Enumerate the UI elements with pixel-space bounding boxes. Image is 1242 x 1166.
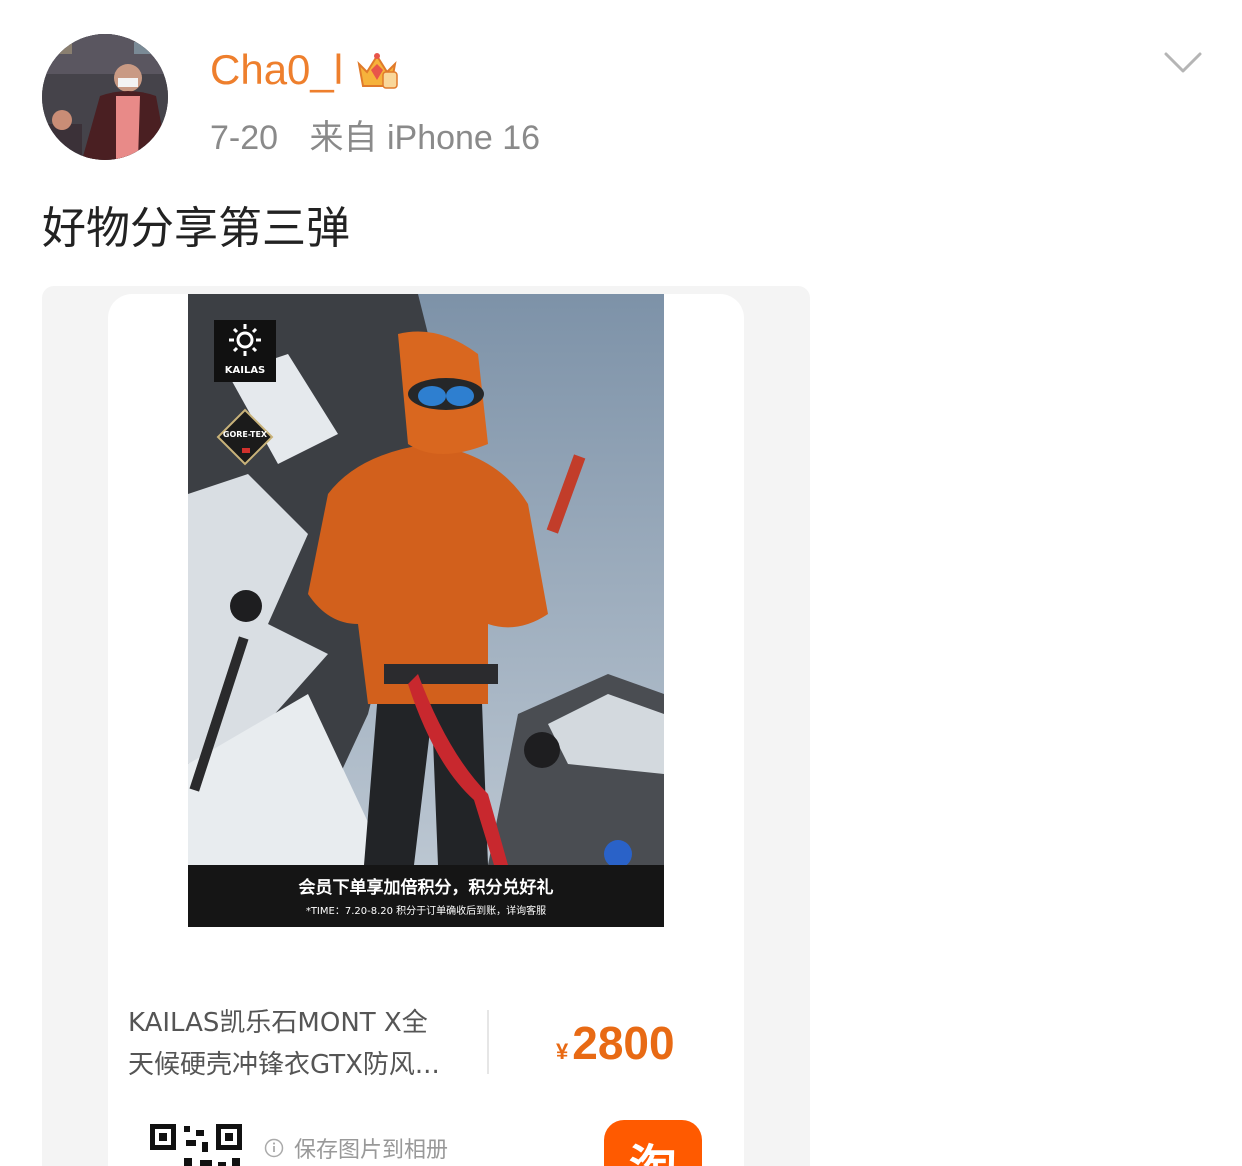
price-value: 2800 [572, 1017, 675, 1069]
crown-badge-icon[interactable] [353, 46, 401, 94]
avatar-photo [42, 34, 168, 160]
username[interactable]: Cha0_l [210, 46, 343, 94]
product-title: KAILAS凯乐石MONT X全 天候硬壳冲锋衣GTX防风... [128, 1002, 473, 1086]
banner-sub-text: *TIME：7.20-8.20 积分于订单确收后到账，详询客服 [305, 906, 547, 917]
username-row: Cha0_l [210, 40, 401, 100]
kailas-logo: KAILAS [214, 320, 276, 382]
weibo-post: Cha0_l 7-20 来自 iPhone 16 好物分享第三弹 KAILAS … [0, 0, 1242, 1166]
climber-illustration [188, 294, 664, 927]
product-price: ¥ 2800 [556, 1016, 675, 1070]
post-text: 好物分享第三弹 [42, 203, 350, 254]
sun-logo-icon [229, 324, 261, 356]
svg-text:淘: 淘 [629, 1140, 677, 1166]
info-icon [264, 1138, 284, 1158]
product-title-line-2: 天候硬壳冲锋衣GTX防风... [128, 1050, 440, 1080]
taobao-app-icon[interactable]: 淘 [604, 1120, 702, 1166]
taobao-logo-icon: 淘 [629, 1140, 677, 1166]
avatar[interactable] [42, 34, 168, 160]
post-source: 来自 iPhone 16 [309, 119, 541, 157]
goretex-label: GORE-TEX [222, 430, 268, 439]
title-price-divider [487, 1010, 489, 1074]
product-card: KAILAS GORE-TEX 会员下单享加倍积分，积分兑好礼 *TIME：7.… [108, 294, 744, 1166]
promo-banner: 会员下单享加倍积分，积分兑好礼 *TIME：7.20-8.20 积分于订单确收后… [188, 865, 664, 927]
brand-name: KAILAS [224, 365, 266, 376]
chevron-down-icon[interactable] [1162, 48, 1204, 78]
save-image-hint[interactable]: 保存图片到相册 [264, 1132, 448, 1164]
product-title-line-1: KAILAS凯乐石MONT X全 [128, 1008, 428, 1038]
save-image-label: 保存图片到相册 [294, 1138, 449, 1163]
post-date: 7-20 [210, 119, 279, 157]
banner-main-text: 会员下单享加倍积分，积分兑好礼 [298, 878, 554, 898]
post-meta: 7-20 来自 iPhone 16 [210, 110, 540, 159]
price-currency: ¥ [556, 1039, 569, 1064]
product-photo: KAILAS GORE-TEX 会员下单享加倍积分，积分兑好礼 *TIME：7.… [188, 294, 664, 927]
qr-code [148, 1122, 244, 1166]
shared-image[interactable]: KAILAS GORE-TEX 会员下单享加倍积分，积分兑好礼 *TIME：7.… [42, 286, 810, 1166]
goretex-badge: GORE-TEX [216, 408, 274, 466]
